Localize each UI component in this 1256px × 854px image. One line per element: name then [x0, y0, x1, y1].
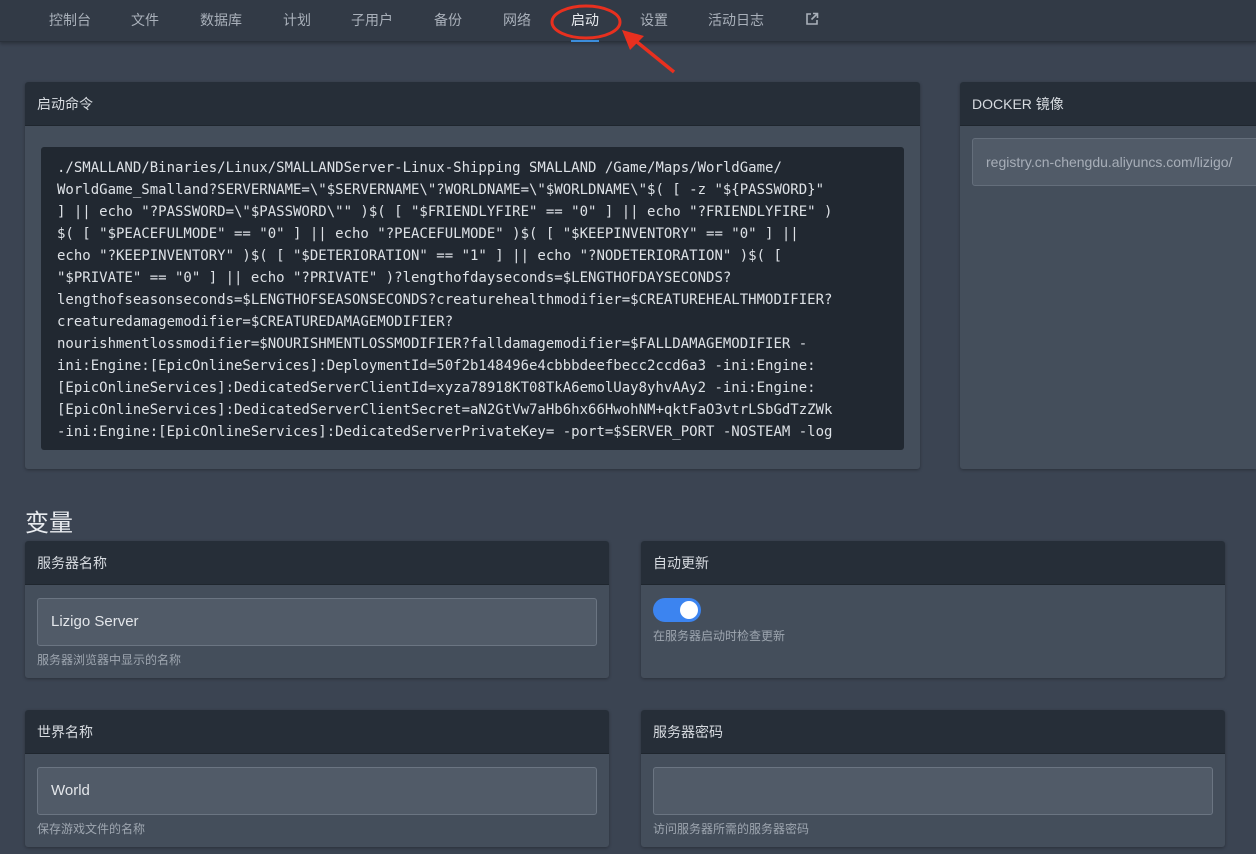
server-name-card: 服务器名称 Lizigo Server 服务器浏览器中显示的名称 [25, 541, 609, 678]
tab-settings[interactable]: 设置 [640, 0, 668, 42]
external-link-icon[interactable] [805, 12, 819, 26]
world-name-input[interactable]: World [37, 767, 597, 815]
auto-update-card: 自动更新 在服务器启动时检查更新 [641, 541, 1225, 678]
command-line: ./SMALLAND/Binaries/Linux/SMALLANDServer… [57, 160, 782, 176]
startup-command-card: 启动命令 ./SMALLAND/Binaries/Linux/SMALLANDS… [25, 82, 920, 469]
server-name-hint: 服务器浏览器中显示的名称 [37, 653, 182, 667]
command-line: ] || echo "?PASSWORD=\"$PASSWORD\"" )$( … [57, 204, 833, 220]
tab-activity-log[interactable]: 活动日志 [708, 0, 764, 42]
docker-image-select[interactable]: registry.cn-chengdu.aliyuncs.com/lizigo/ [972, 138, 1256, 186]
tab-backup[interactable]: 备份 [434, 0, 462, 42]
variables-title: 变量 [25, 510, 73, 537]
command-line: lengthofseasonseconds=$LENGTHOFSEASONSEC… [57, 292, 833, 308]
server-password-label: 服务器密码 [641, 710, 1225, 754]
tab-network[interactable]: 网络 [503, 0, 531, 42]
server-name-input[interactable]: Lizigo Server [37, 598, 597, 646]
command-line: "$PRIVATE" == "0" ] || echo "?PRIVATE" )… [57, 270, 732, 286]
command-line: [EpicOnlineServices]:DedicatedServerClie… [57, 380, 816, 396]
command-line: [EpicOnlineServices]:DedicatedServerClie… [57, 402, 833, 418]
tab-files[interactable]: 文件 [131, 0, 159, 42]
tab-database[interactable]: 数据库 [200, 0, 242, 42]
docker-image-card: DOCKER 镜像 registry.cn-chengdu.aliyuncs.c… [960, 82, 1256, 469]
server-name-label: 服务器名称 [25, 541, 609, 585]
tab-schedule[interactable]: 计划 [283, 0, 311, 42]
world-name-card: 世界名称 World 保存游戏文件的名称 [25, 710, 609, 847]
server-password-card: 服务器密码 访问服务器所需的服务器密码 [641, 710, 1225, 847]
tab-console[interactable]: 控制台 [49, 0, 91, 42]
command-line: creaturedamagemodifier=$CREATUREDAMAGEMO… [57, 314, 454, 330]
command-line: $( [ "$PEACEFULMODE" == "0" ] || echo "?… [57, 226, 799, 242]
tab-startup[interactable]: 启动 [571, 0, 599, 42]
server-password-hint: 访问服务器所需的服务器密码 [653, 822, 810, 836]
command-line: nourishmentlossmodifier=$NOURISHMENTLOSS… [57, 336, 808, 352]
command-line: -ini:Engine:[EpicOnlineServices]:Dedicat… [57, 424, 833, 440]
docker-image-title: DOCKER 镜像 [960, 82, 1256, 126]
command-line: echo "?KEEPINVENTORY" )$( [ "$DETERIORAT… [57, 248, 782, 264]
world-name-hint: 保存游戏文件的名称 [37, 822, 146, 836]
world-name-label: 世界名称 [25, 710, 609, 754]
toggle-knob [680, 601, 698, 619]
top-nav: 控制台 文件 数据库 计划 子用户 备份 网络 启动 设置 活动日志 [0, 0, 1256, 42]
auto-update-hint: 在服务器启动时检查更新 [653, 629, 786, 643]
command-line: ini:Engine:[EpicOnlineServices]:Deployme… [57, 358, 816, 374]
server-password-input[interactable] [653, 767, 1213, 815]
auto-update-label: 自动更新 [641, 541, 1225, 585]
startup-command-title: 启动命令 [25, 82, 920, 126]
tab-subusers[interactable]: 子用户 [351, 0, 393, 42]
startup-command-text: ./SMALLAND/Binaries/Linux/SMALLANDServer… [41, 147, 904, 450]
command-line: WorldGame_Smalland?SERVERNAME=\"$SERVERN… [57, 182, 825, 198]
auto-update-toggle[interactable] [653, 598, 701, 622]
